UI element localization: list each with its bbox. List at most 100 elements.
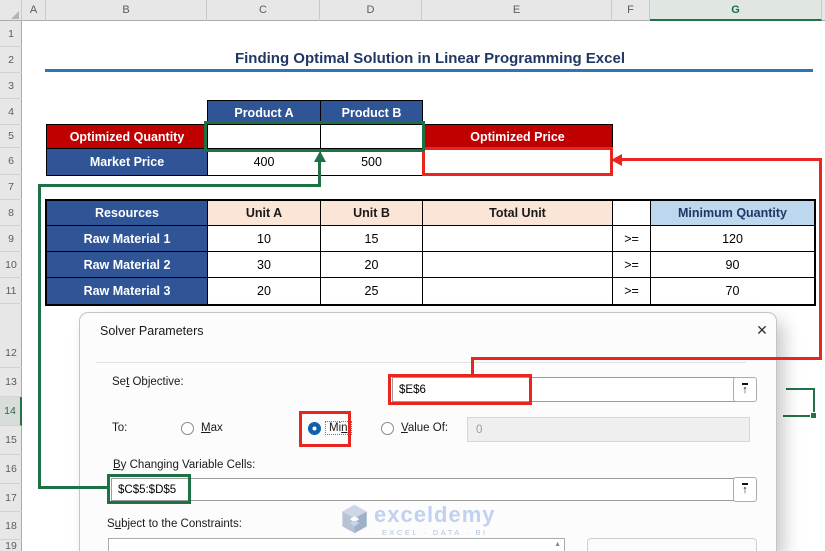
row-header-19[interactable]: 19 (0, 540, 22, 551)
min-radio-label[interactable]: Min (325, 421, 352, 435)
subject-to-constraints-label: Subject to the Constraints: (107, 518, 242, 530)
cell-rm3-min[interactable]: 70 (650, 277, 815, 305)
column-header-a[interactable]: A (22, 0, 46, 21)
cell-rm2-total[interactable] (422, 251, 613, 278)
constraints-listbox[interactable]: ▲ (108, 538, 565, 551)
min-radio[interactable] (308, 422, 321, 435)
exceldemy-logo-icon (342, 504, 367, 534)
row-header-17[interactable]: 17 (0, 484, 22, 512)
cell-raw-material-3[interactable]: Raw Material 3 (46, 277, 208, 305)
column-header-c[interactable]: C (207, 0, 320, 21)
row-header-11[interactable]: 11 (0, 278, 22, 304)
row-header-16[interactable]: 16 (0, 455, 22, 484)
cell-optimized-price-header[interactable]: Optimized Price (422, 124, 613, 149)
cell-f8[interactable] (612, 200, 651, 226)
cell-d6[interactable]: 500 (320, 148, 423, 176)
set-objective-label: Set Objective: (112, 376, 184, 388)
cell-rm1-unit-b[interactable]: 15 (320, 225, 423, 252)
dialog-title: Solver Parameters (100, 324, 204, 338)
cell-raw-material-1[interactable]: Raw Material 1 (46, 225, 208, 252)
by-changing-cells-label: By Changing Variable Cells: (113, 459, 256, 471)
set-objective-input[interactable]: $E$6 (392, 377, 748, 402)
row-header-9[interactable]: 9 (0, 226, 22, 252)
cell-rm2-unit-b[interactable]: 20 (320, 251, 423, 278)
column-header-b[interactable]: B (46, 0, 207, 21)
variable-cells-input[interactable]: $C$5:$D$5 (111, 478, 748, 501)
row-header-2[interactable]: 2 (0, 47, 22, 73)
select-all-corner[interactable] (0, 0, 22, 21)
close-icon[interactable]: ✕ (752, 322, 772, 342)
cell-resources-header[interactable]: Resources (46, 200, 208, 226)
cell-unit-a-header[interactable]: Unit A (207, 200, 321, 226)
row-header-12[interactable]: 12 (0, 339, 22, 368)
cell-d5[interactable] (320, 124, 423, 149)
row-header-5[interactable]: 5 (0, 125, 22, 148)
row-header-14[interactable]: 14 (0, 397, 22, 426)
scroll-up-icon[interactable]: ▲ (554, 541, 561, 548)
cell-rm3-unit-a[interactable]: 20 (207, 277, 321, 305)
cell-unit-b-header[interactable]: Unit B (320, 200, 423, 226)
row-header-7[interactable]: 7 (0, 175, 22, 200)
cell-rm3-total[interactable] (422, 277, 613, 305)
fill-handle[interactable] (810, 412, 817, 419)
cell-rm1-total[interactable] (422, 225, 613, 252)
title-underline (45, 69, 813, 72)
row-header-6[interactable]: 6 (0, 148, 22, 175)
excel-window: A B C D E F G 1 2 3 4 5 6 7 8 9 10 11 12… (0, 0, 825, 551)
cell-rm3-operator[interactable]: >= (612, 277, 651, 305)
collapse-dialog-icon: ↑ (742, 383, 748, 396)
cell-raw-material-2[interactable]: Raw Material 2 (46, 251, 208, 278)
column-header-d[interactable]: D (320, 0, 422, 21)
cell-rm2-operator[interactable]: >= (612, 251, 651, 278)
column-header-e[interactable]: E (422, 0, 612, 21)
red-line-v1 (819, 158, 822, 360)
value-of-input: 0 (467, 417, 750, 442)
row-header-18[interactable]: 18 (0, 512, 22, 540)
cell-rm1-unit-a[interactable]: 10 (207, 225, 321, 252)
cell-c5[interactable] (207, 124, 321, 149)
dialog-separator (96, 362, 746, 363)
cell-minimum-quantity-header[interactable]: Minimum Quantity (650, 200, 815, 226)
value-of-radio-label[interactable]: Value Of: (401, 422, 448, 434)
watermark-brand: exceldemy (374, 502, 496, 527)
value-of-radio[interactable] (381, 422, 394, 435)
worksheet-title: Finding Optimal Solution in Linear Progr… (234, 50, 626, 67)
cell-rm2-unit-a[interactable]: 30 (207, 251, 321, 278)
row-header-1[interactable]: 1 (0, 22, 22, 47)
red-line-h1 (621, 158, 822, 161)
add-button[interactable] (587, 538, 757, 551)
max-radio[interactable] (181, 422, 194, 435)
row-header-8[interactable]: 8 (0, 200, 22, 226)
cell-total-unit-header[interactable]: Total Unit (422, 200, 613, 226)
cell-rm2-min[interactable]: 90 (650, 251, 815, 278)
objective-range-selector-button[interactable]: ↑ (733, 377, 757, 402)
row-header-strip: 1 2 3 4 5 6 7 8 9 10 11 12 13 14 15 16 1… (0, 21, 22, 551)
row-header-3[interactable]: 3 (0, 73, 22, 99)
column-header-g[interactable]: G (650, 0, 822, 21)
column-header-f[interactable]: F (612, 0, 650, 21)
cell-rm3-unit-b[interactable]: 25 (320, 277, 423, 305)
cell-rm1-min[interactable]: 120 (650, 225, 815, 252)
green-line-h1 (38, 184, 321, 187)
cell-product-b-header[interactable]: Product B (320, 100, 423, 125)
cell-optimized-quantity-label[interactable]: Optimized Quantity (46, 124, 208, 149)
cell-e6-optimized-price[interactable] (422, 147, 613, 176)
row-header-4[interactable]: 4 (0, 99, 22, 125)
row-header-10[interactable]: 10 (0, 252, 22, 278)
cell-c6[interactable]: 400 (207, 148, 321, 176)
select-all-icon (11, 11, 19, 19)
watermark-tagline: EXCEL · DATA · BI (381, 528, 488, 537)
cells-range-selector-button[interactable]: ↑ (733, 477, 757, 502)
green-line-v2 (38, 184, 41, 489)
solver-parameters-dialog: Solver Parameters ✕ Set Objective: $E$6 … (80, 313, 776, 551)
column-header-strip: A B C D E F G (0, 0, 825, 21)
row-header-15[interactable]: 15 (0, 426, 22, 455)
collapse-dialog-icon: ↑ (742, 483, 748, 496)
cell-product-a-header[interactable]: Product A (207, 100, 321, 125)
row-header-13[interactable]: 13 (0, 368, 22, 397)
cell-rm1-operator[interactable]: >= (612, 225, 651, 252)
exceldemy-watermark: exceldemy EXCEL · DATA · BI (341, 504, 496, 537)
to-label: To: (112, 422, 128, 434)
cell-market-price-label[interactable]: Market Price (46, 148, 208, 176)
max-radio-label[interactable]: Max (201, 422, 223, 434)
